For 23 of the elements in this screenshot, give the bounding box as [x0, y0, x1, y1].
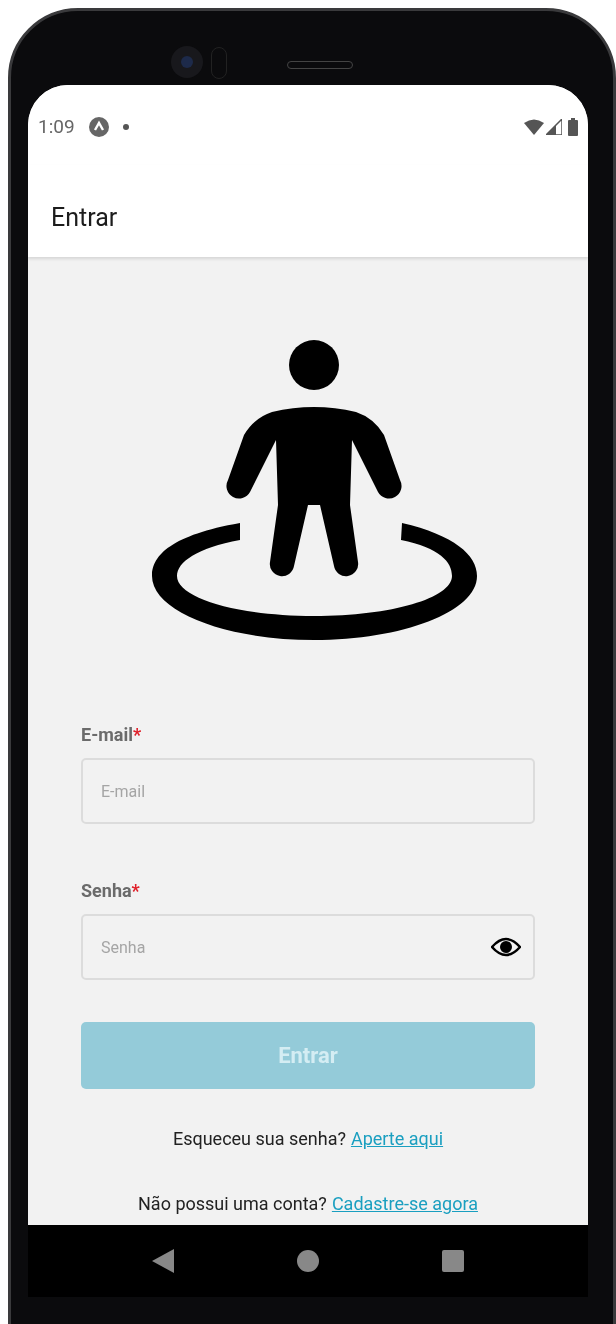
camera-icon [171, 46, 203, 78]
link-prompt: Não possui uma conta? [138, 1192, 327, 1216]
signal-icon [546, 119, 562, 135]
field-label: Senha [81, 879, 132, 903]
app-notification-icon [88, 117, 109, 137]
password-field[interactable]: Senha [81, 914, 535, 980]
person-ring-icon [151, 340, 477, 640]
required-mark: * [131, 879, 140, 903]
wifi-icon [524, 119, 544, 135]
text-link[interactable]: Cadastre-se agora [331, 1190, 478, 1217]
eye-icon[interactable] [491, 937, 521, 957]
email-field[interactable]: E-mail [81, 758, 535, 824]
text-link[interactable]: Aperte aqui [350, 1125, 444, 1152]
required-mark: * [133, 723, 142, 747]
home-icon[interactable] [297, 1250, 319, 1272]
notification-dot-icon [122, 124, 129, 130]
status-time: 1:09 [38, 113, 75, 140]
field-label: E-mail [81, 723, 133, 747]
back-icon[interactable] [151, 1249, 174, 1273]
recents-icon[interactable] [442, 1250, 465, 1272]
app-bar-title: Entrar [51, 202, 118, 235]
link-prompt: Esqueceu sua senha? [172, 1127, 346, 1151]
battery-icon [568, 118, 578, 136]
